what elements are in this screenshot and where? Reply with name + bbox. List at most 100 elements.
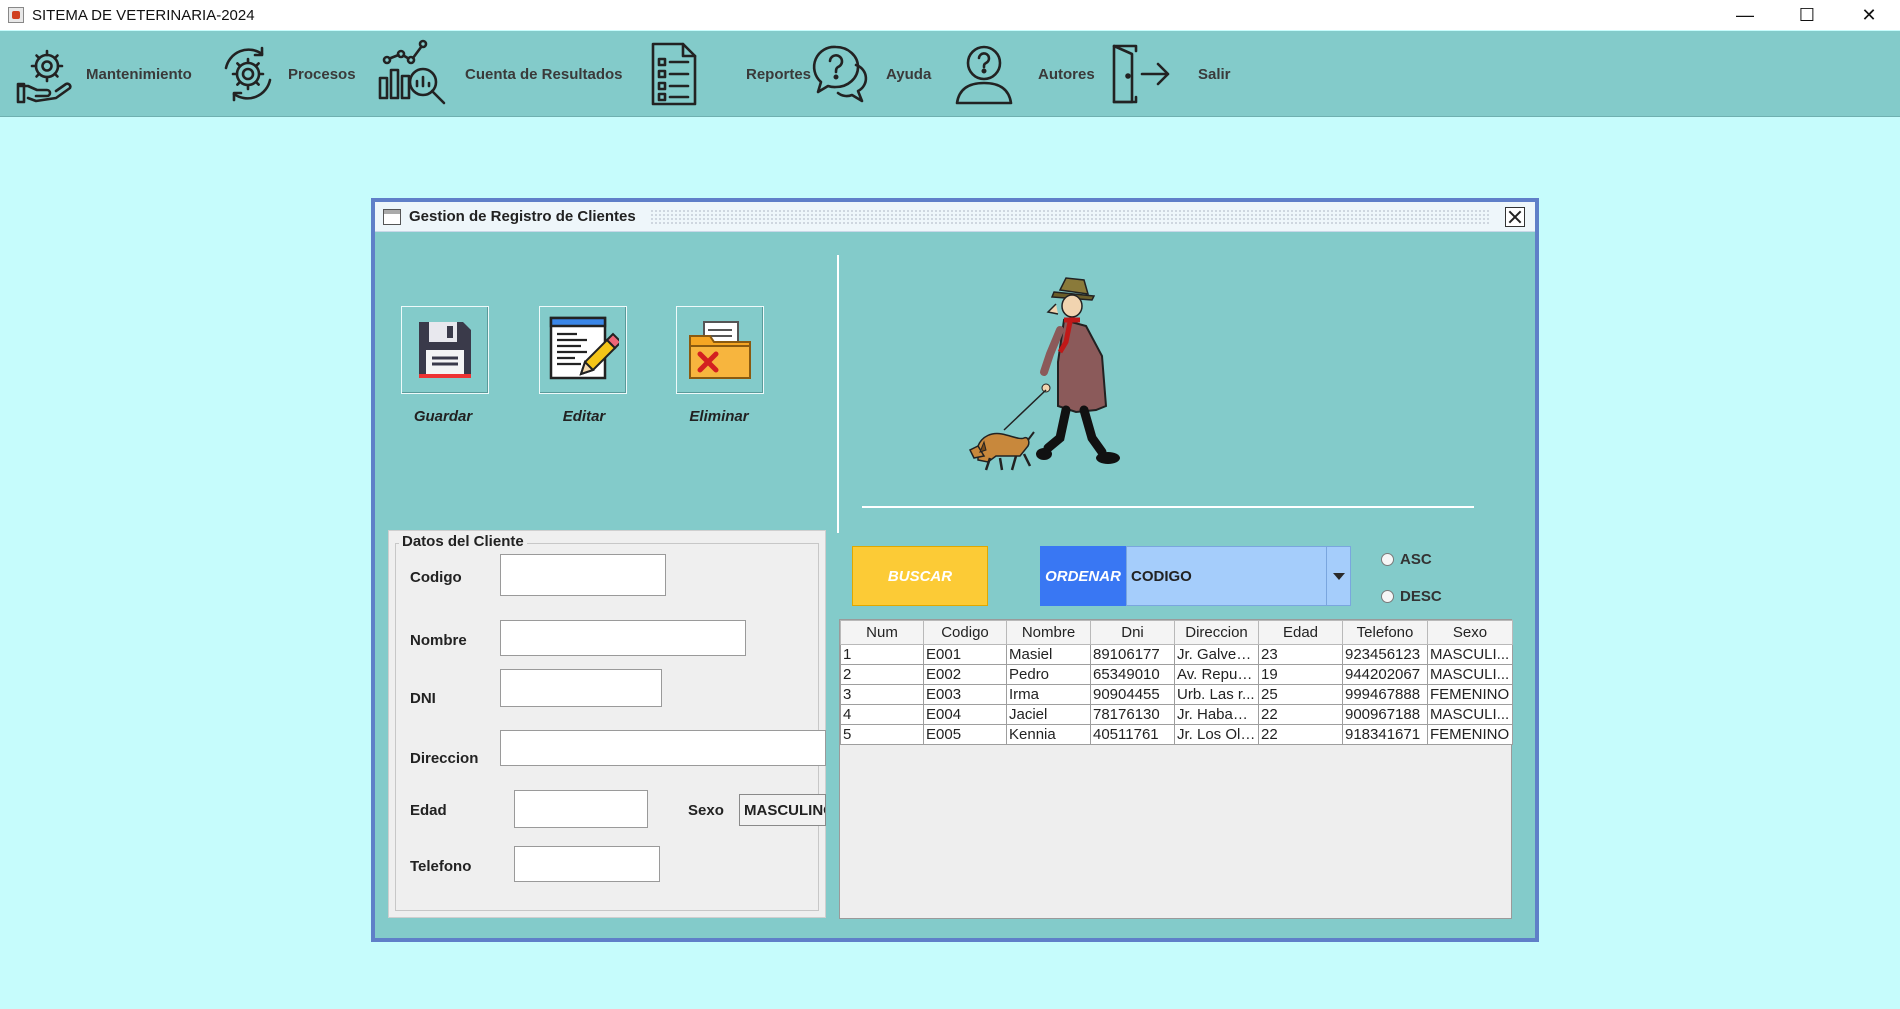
direccion-label: Direccion bbox=[410, 750, 479, 767]
asc-label: ASC bbox=[1400, 551, 1432, 568]
edad-label: Edad bbox=[410, 802, 447, 819]
datos-cliente-legend: Datos del Cliente bbox=[399, 533, 527, 550]
sexo-label: Sexo bbox=[688, 802, 724, 819]
table-cell: 999467888 bbox=[1342, 684, 1428, 705]
horizontal-separator bbox=[862, 506, 1474, 508]
telefono-label: Telefono bbox=[410, 858, 472, 875]
table-cell: Masiel bbox=[1006, 644, 1091, 665]
guardar-button[interactable] bbox=[401, 306, 489, 394]
sexo-select[interactable]: MASCULINO bbox=[739, 794, 826, 826]
help-chat-icon bbox=[812, 45, 868, 103]
table-cell: MASCULI... bbox=[1427, 664, 1513, 685]
table-cell: FEMENINO bbox=[1427, 684, 1513, 705]
column-header[interactable]: Edad bbox=[1258, 620, 1343, 645]
menu-label: Cuenta de Resultados bbox=[465, 65, 623, 83]
table-row[interactable]: 3 E003 Irma 90904455 Urb. Las r... 25 99… bbox=[840, 684, 1513, 705]
clientes-table-scrollpane[interactable]: Num Codigo Nombre Dni Direccion Edad Tel… bbox=[839, 619, 1513, 919]
ordenar-button[interactable]: ORDENAR bbox=[1040, 546, 1126, 606]
table-cell: 78176130 bbox=[1090, 704, 1175, 725]
table-cell: Jr. Habana... bbox=[1174, 704, 1259, 725]
window-titlebar: SITEMA DE VETERINARIA-2024 — ☐ ✕ bbox=[0, 0, 1900, 30]
table-cell: E002 bbox=[923, 664, 1007, 685]
menu-cuenta-resultados[interactable]: Cuenta de Resultados bbox=[377, 31, 623, 117]
codigo-label: Codigo bbox=[410, 569, 462, 586]
table-cell: 918341671 bbox=[1342, 724, 1428, 745]
eliminar-label: Eliminar bbox=[689, 408, 749, 425]
column-header[interactable]: Dni bbox=[1090, 620, 1175, 645]
menu-reportes[interactable]: Reportes bbox=[650, 31, 811, 117]
table-cell: MASCULI... bbox=[1427, 644, 1513, 665]
guardar-label: Guardar bbox=[413, 408, 473, 425]
chevron-down-icon[interactable] bbox=[1326, 547, 1350, 605]
window-controls: — ☐ ✕ bbox=[1714, 0, 1900, 30]
internal-frame-titlebar: Gestion de Registro de Clientes bbox=[375, 202, 1535, 232]
column-header[interactable]: Nombre bbox=[1006, 620, 1091, 645]
folder-delete-icon bbox=[689, 321, 751, 379]
table-cell: 900967188 bbox=[1342, 704, 1428, 725]
table-cell: 19 bbox=[1258, 664, 1343, 685]
buscar-button[interactable]: BUSCAR bbox=[852, 546, 988, 606]
table-row[interactable]: 2 E002 Pedro 65349010 Av. Republ... 19 9… bbox=[840, 664, 1513, 685]
edad-input[interactable] bbox=[514, 790, 648, 828]
menu-salir[interactable]: Salir bbox=[1110, 31, 1231, 117]
orden-select[interactable]: CODIGO bbox=[1126, 546, 1351, 606]
menu-ayuda[interactable]: Ayuda bbox=[810, 31, 931, 117]
frame-close-icon[interactable] bbox=[1505, 206, 1525, 227]
column-header[interactable]: Num bbox=[840, 620, 924, 645]
table-cell: 22 bbox=[1258, 704, 1343, 725]
menu-label: Mantenimiento bbox=[86, 65, 192, 83]
table-cell: E001 bbox=[923, 644, 1007, 665]
desc-radio[interactable]: DESC bbox=[1381, 588, 1442, 605]
menu-label: Ayuda bbox=[886, 65, 932, 83]
table-row[interactable]: 4 E004 Jaciel 78176130 Jr. Habana... 22 … bbox=[840, 704, 1513, 725]
desc-label: DESC bbox=[1400, 588, 1442, 605]
table-cell: 22 bbox=[1258, 724, 1343, 745]
telefono-input[interactable] bbox=[514, 846, 660, 882]
minimize-icon[interactable]: — bbox=[1714, 0, 1776, 30]
dni-label: DNI bbox=[410, 690, 436, 707]
internal-frame-title: Gestion de Registro de Clientes bbox=[409, 208, 636, 225]
eliminar-button[interactable] bbox=[676, 306, 764, 394]
table-cell: Av. Republ... bbox=[1174, 664, 1259, 685]
window-title: SITEMA DE VETERINARIA-2024 bbox=[32, 6, 255, 24]
table-cell: Jr. Galves ... bbox=[1174, 644, 1259, 665]
table-cell: 5 bbox=[840, 724, 924, 745]
table-header-row: Num Codigo Nombre Dni Direccion Edad Tel… bbox=[840, 620, 1513, 645]
table-row[interactable]: 1 E001 Masiel 89106177 Jr. Galves ... 23… bbox=[840, 644, 1513, 665]
table-cell: MASCULI... bbox=[1427, 704, 1513, 725]
maximize-icon[interactable]: ☐ bbox=[1776, 0, 1838, 30]
table-cell: 90904455 bbox=[1090, 684, 1175, 705]
table-cell: E004 bbox=[923, 704, 1007, 725]
menu-label: Reportes bbox=[746, 65, 812, 83]
table-row[interactable]: 5 E005 Kennia 40511761 Jr. Los Oli... 22… bbox=[840, 724, 1513, 745]
titlebar-grip bbox=[649, 208, 1491, 225]
table-cell: 23 bbox=[1258, 644, 1343, 665]
codigo-input[interactable] bbox=[500, 554, 666, 596]
nombre-input[interactable] bbox=[500, 620, 746, 656]
table-cell: Urb. Las r... bbox=[1174, 684, 1259, 705]
asc-radio[interactable]: ASC bbox=[1381, 551, 1432, 568]
dni-input[interactable] bbox=[500, 669, 662, 707]
nombre-label: Nombre bbox=[410, 632, 467, 649]
menu-label: Salir bbox=[1198, 65, 1231, 83]
menu-mantenimiento[interactable]: Mantenimiento bbox=[16, 31, 192, 117]
column-header[interactable]: Direccion bbox=[1174, 620, 1259, 645]
table-cell: 923456123 bbox=[1342, 644, 1428, 665]
clientes-table: Num Codigo Nombre Dni Direccion Edad Tel… bbox=[840, 620, 1513, 745]
table-cell: 2 bbox=[840, 664, 924, 685]
sexo-select-value: MASCULINO bbox=[744, 801, 826, 819]
column-header[interactable]: Codigo bbox=[923, 620, 1007, 645]
menu-procesos[interactable]: Procesos bbox=[218, 31, 356, 117]
column-header[interactable]: Telefono bbox=[1342, 620, 1428, 645]
process-gear-icon bbox=[224, 46, 272, 102]
close-icon[interactable]: ✕ bbox=[1838, 0, 1900, 30]
table-cell: 1 bbox=[840, 644, 924, 665]
column-header[interactable]: Sexo bbox=[1427, 620, 1513, 645]
menu-autores[interactable]: Autores bbox=[954, 31, 1095, 117]
hand-gear-icon bbox=[16, 49, 72, 104]
direccion-input[interactable] bbox=[500, 730, 826, 766]
menu-label: Procesos bbox=[288, 65, 356, 83]
editar-button[interactable] bbox=[539, 306, 627, 394]
datos-cliente-panel: Datos del Cliente Codigo Nombre DNI Dire… bbox=[388, 530, 826, 918]
chart-magnifier-icon bbox=[378, 39, 446, 105]
